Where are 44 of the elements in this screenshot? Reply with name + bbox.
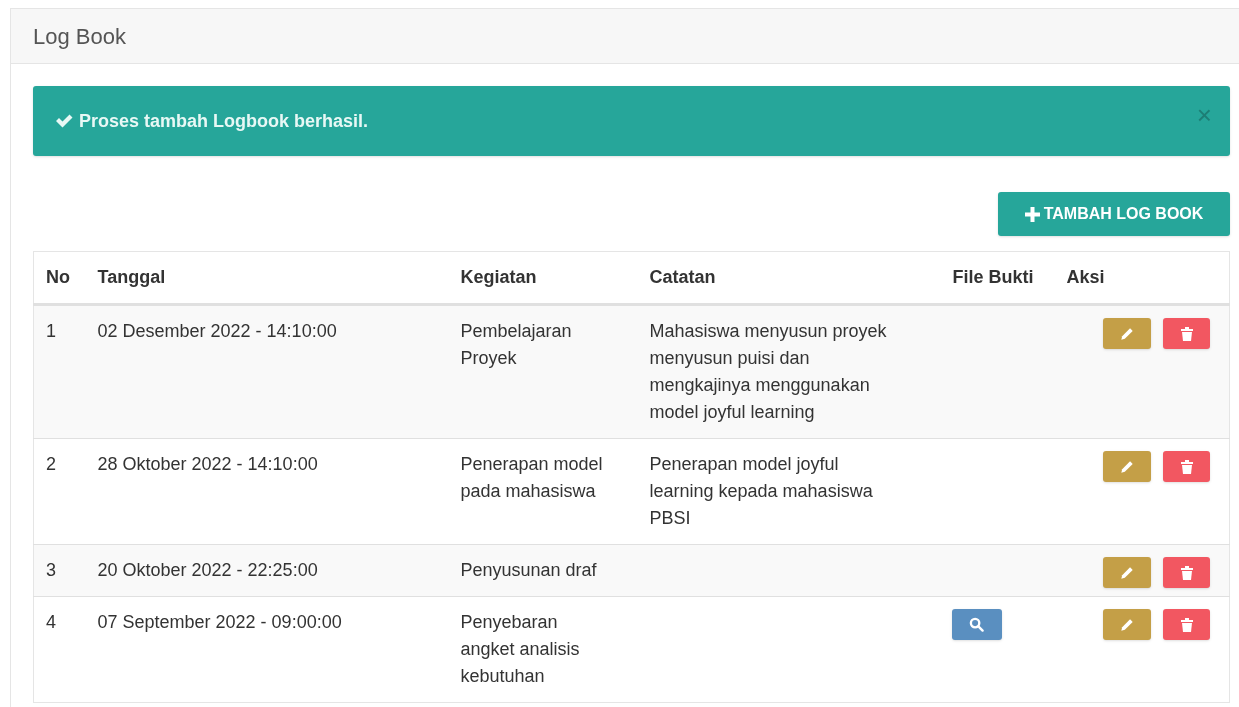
trash-icon xyxy=(1180,565,1193,580)
table-cell: 07 September 2022 - 09:00:00 xyxy=(97,612,342,632)
column-header: No xyxy=(46,267,70,287)
table-cell-text: Penyebaran angket analisis kebutuhan xyxy=(460,611,581,688)
column-header: File Bukti xyxy=(952,267,1034,287)
check-icon xyxy=(55,113,73,129)
delete-button[interactable] xyxy=(1163,557,1210,588)
close-button[interactable]: × xyxy=(1196,102,1212,128)
trash-icon xyxy=(1180,459,1193,474)
delete-button[interactable] xyxy=(1163,609,1210,640)
table-cell: 4 xyxy=(46,612,56,632)
view-file-button[interactable] xyxy=(951,609,1002,640)
table-cell-text: Penyusunan draf xyxy=(460,559,598,582)
pencil-icon xyxy=(1120,565,1134,580)
trash-icon xyxy=(1180,326,1193,341)
table-cell-text: Penerapan model joyful learning kepada mahasiswa PBSI xyxy=(649,453,874,530)
table-cell: 20 Oktober 2022 - 22:25:00 xyxy=(97,560,318,580)
column-header: Aksi xyxy=(1066,267,1105,287)
pencil-icon xyxy=(1120,617,1134,632)
trash-icon xyxy=(1180,617,1193,632)
table-cell: 3 xyxy=(46,560,56,580)
table-cell: 28 Oktober 2022 - 14:10:00 xyxy=(97,454,318,474)
delete-button[interactable] xyxy=(1163,451,1210,482)
table-cell: 2 xyxy=(46,454,56,474)
column-header: Tanggal xyxy=(97,267,166,287)
plus-icon xyxy=(1024,206,1040,222)
table-cell-text: Pembelajaran Proyek xyxy=(460,320,573,370)
table-cell-text: Penerapan model pada mahasiswa xyxy=(460,453,604,503)
edit-button[interactable] xyxy=(1103,451,1151,482)
pencil-icon xyxy=(1120,326,1134,341)
panel-title: Log Book xyxy=(33,22,126,51)
column-header: Kegiatan xyxy=(460,267,537,287)
edit-button[interactable] xyxy=(1103,557,1151,588)
table-cell: 02 Desember 2022 - 14:10:00 xyxy=(97,321,337,341)
table-cell: 1 xyxy=(46,321,56,341)
add-logbook-button[interactable]: TAMBAH LOG BOOK xyxy=(998,192,1230,236)
column-header: Catatan xyxy=(649,267,716,287)
delete-button[interactable] xyxy=(1163,318,1210,349)
alert-message: Proses tambah Logbook berhasil. xyxy=(79,109,369,133)
table-cell-text: Mahasiswa menyusun proyek menyusun puisi dan mengkajinya menggunakan model joyful learning xyxy=(649,320,888,424)
search-icon xyxy=(969,617,984,632)
edit-button[interactable] xyxy=(1103,318,1151,349)
edit-button[interactable] xyxy=(1103,609,1151,640)
pencil-icon xyxy=(1120,459,1134,474)
